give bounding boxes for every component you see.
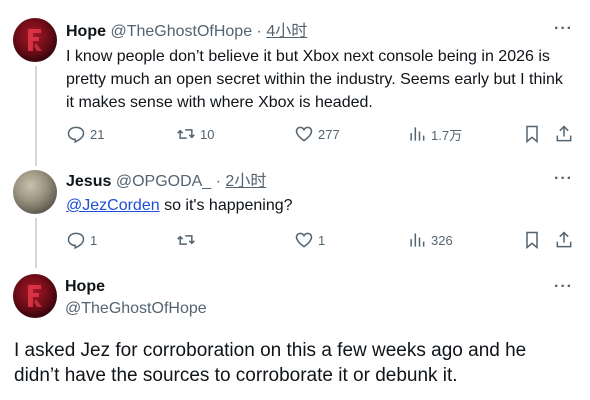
bookmark-icon [526,125,538,144]
reply-button[interactable]: 21 [66,123,104,145]
avatar-logo-icon [28,285,42,307]
like-button[interactable]: 1 [294,229,325,251]
share-icon [556,231,572,248]
mention-link[interactable]: @JezCorden [66,197,160,214]
user-handle[interactable]: @TheGhostOfHope [65,299,207,319]
avatar[interactable] [13,18,57,62]
reply-count: 1 [90,232,98,248]
retweet-button[interactable]: 10 [176,123,214,145]
views-button[interactable]: 326 [407,229,453,251]
like-count: 1 [318,232,326,248]
user-handle[interactable]: @OPGODA_ [116,173,211,190]
more-icon[interactable]: ··· [554,278,573,296]
display-name[interactable]: Hope [65,277,105,297]
more-icon[interactable]: ··· [554,20,573,38]
tweet-text: @JezCorden so it's happening? [66,194,566,217]
reply-button[interactable]: 1 [66,229,97,251]
views-count: 1.7万 [431,127,463,143]
separator: · [252,23,267,40]
share-icon [556,125,572,142]
views-count: 326 [431,232,453,248]
more-icon[interactable]: ··· [554,170,573,188]
reply-icon [67,126,85,144]
retweet-button[interactable] [176,229,196,251]
bookmark-icon [526,231,538,250]
separator: · [211,173,226,190]
retweet-icon [177,235,195,245]
tweet-text: I know people don’t believe it but Xbox … [66,48,563,111]
timestamp[interactable]: 4小时 [266,23,307,40]
thread-line-2 [35,218,37,268]
avatar[interactable] [13,274,57,318]
tweet-text-body: so it's happening? [159,197,293,214]
tweet-text: I asked Jez for corroboration on this a … [14,340,527,386]
tweet-header: Hope @TheGhostOfHope · 4小时 [66,22,307,42]
avatar-logo-icon [28,29,42,51]
views-icon [410,233,425,247]
thread-line-1 [35,66,37,166]
share-button[interactable] [554,229,574,251]
avatar[interactable] [13,170,57,214]
views-button[interactable]: 1.7万 [407,123,462,145]
reply-count: 21 [90,126,105,142]
bookmark-button[interactable] [522,229,542,251]
share-button[interactable] [554,123,574,145]
like-icon [295,232,313,248]
timestamp[interactable]: 2小时 [225,173,266,190]
like-button[interactable]: 277 [294,123,340,145]
bookmark-button[interactable] [522,123,542,145]
tweet-header: Jesus @OPGODA_ · 2小时 [66,172,266,192]
display-name[interactable]: Jesus [66,173,111,190]
display-name[interactable]: Hope [66,23,106,40]
retweet-icon [177,129,195,139]
like-count: 277 [318,126,340,142]
user-handle[interactable]: @TheGhostOfHope [110,23,252,40]
retweet-count: 10 [200,126,215,142]
reply-icon [67,232,85,250]
like-icon [295,126,313,142]
views-icon [410,127,425,141]
